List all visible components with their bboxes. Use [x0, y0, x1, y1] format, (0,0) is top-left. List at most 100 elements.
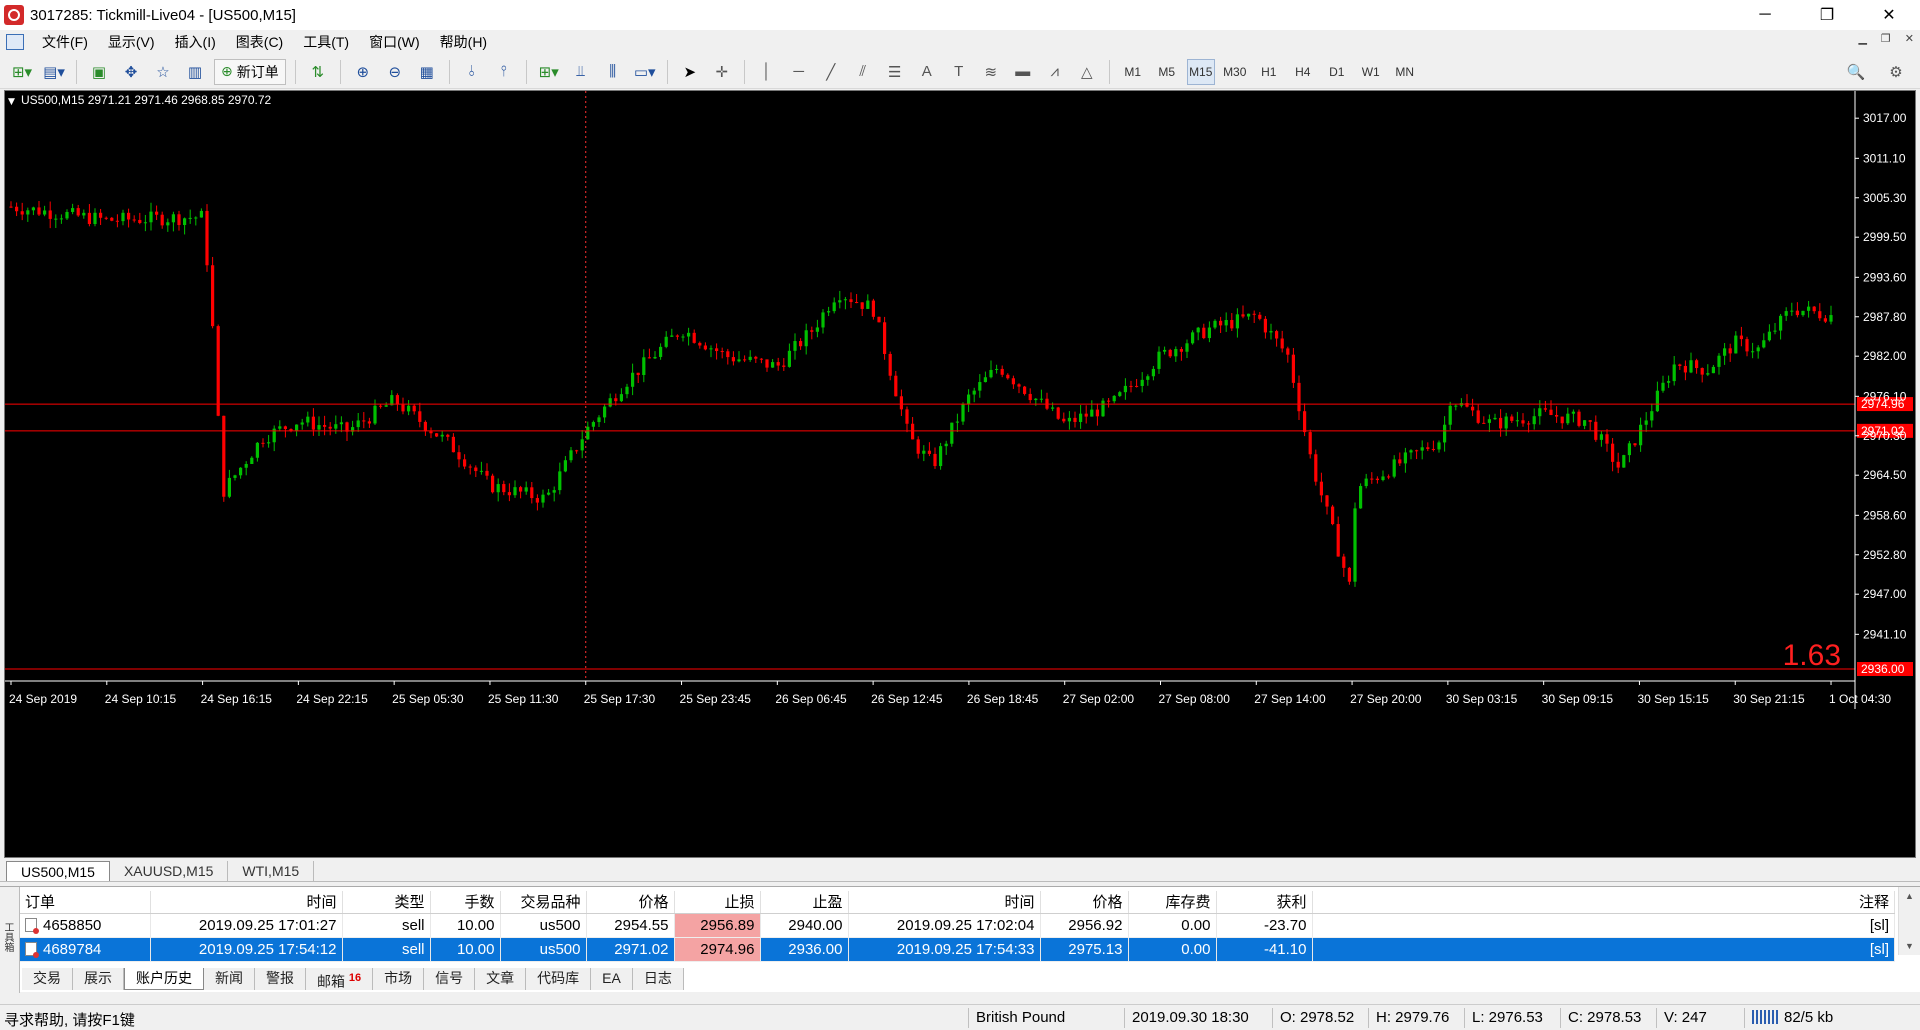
restore-button[interactable]: ❐ — [1796, 0, 1858, 30]
chart-tab-wti[interactable]: WTI,M15 — [228, 861, 315, 881]
vertical-line-icon[interactable]: │ — [754, 59, 780, 85]
col-take-profit[interactable]: 止盈 — [760, 891, 849, 914]
candle-up — [1039, 398, 1043, 400]
price-chart[interactable]: 2974.96 2971.02 2936.00 3017.00 3011.10 3005… — [4, 90, 1916, 858]
tab-exposure[interactable]: 展示 — [73, 968, 124, 990]
tab-signals[interactable]: 信号 — [424, 968, 476, 990]
col-profit[interactable]: 获利 — [1216, 891, 1313, 914]
timeframe-d1-button[interactable]: D1 — [1323, 59, 1351, 85]
tab-code-base[interactable]: 代码库 — [526, 968, 592, 990]
tab-journal[interactable]: 日志 — [633, 968, 684, 990]
chart-collapse-icon[interactable]: ▼ — [8, 97, 15, 107]
favorites-icon[interactable]: ☆ — [150, 59, 176, 85]
timeframe-m1-button[interactable]: M1 — [1119, 59, 1147, 85]
tab-mailbox[interactable]: 邮箱 16 — [306, 968, 374, 990]
market-watch-icon[interactable]: ▣ — [86, 59, 112, 85]
search-icon[interactable]: 🔍 — [1843, 59, 1869, 85]
timeframe-h4-button[interactable]: H4 — [1289, 59, 1317, 85]
timeframe-mn-button[interactable]: MN — [1391, 59, 1419, 85]
timeframe-h1-button[interactable]: H1 — [1255, 59, 1283, 85]
indicators-icon[interactable]: ⊞▾ — [536, 59, 562, 85]
scroll-down-icon[interactable]: ▼ — [1905, 941, 1914, 951]
table-scrollbar[interactable]: ▲ ▼ — [1898, 887, 1920, 955]
tab-market[interactable]: 市场 — [373, 968, 425, 990]
timeframe-m30-button[interactable]: M30 — [1221, 59, 1249, 85]
status-connection[interactable]: 82/5 kb — [1752, 1009, 1833, 1026]
tab-experts[interactable]: EA — [591, 968, 633, 990]
menu-charts[interactable]: 图表(C) — [226, 32, 293, 52]
text-label-icon[interactable]: T — [946, 59, 972, 85]
tab-trade[interactable]: 交易 — [22, 968, 73, 990]
tab-news[interactable]: 新闻 — [204, 968, 255, 990]
autotrading-icon[interactable]: ⇅ — [305, 59, 331, 85]
tab-articles[interactable]: 文章 — [475, 968, 527, 990]
horizontal-line-icon[interactable]: ─ — [786, 59, 812, 85]
tab-alerts[interactable]: 警报 — [255, 968, 306, 990]
col-volume[interactable]: 手数 — [430, 891, 501, 914]
table-row-selected[interactable]: 4689784 2019.09.25 17:54:12 sell 10.00 u… — [20, 937, 1895, 962]
terminal-icon[interactable]: ▥ — [182, 59, 208, 85]
col-order[interactable]: 订单 — [20, 891, 151, 914]
scroll-up-icon[interactable]: ▲ — [1905, 891, 1914, 901]
rectangle-icon[interactable]: ▬ — [1010, 59, 1036, 85]
col-symbol[interactable]: 交易品种 — [500, 891, 587, 914]
autoscroll-icon[interactable]: ⫯ — [491, 59, 517, 85]
chart-tab-xauusd[interactable]: XAUUSD,M15 — [110, 861, 229, 881]
menu-help[interactable]: 帮助(H) — [430, 32, 497, 52]
zoom-in-icon[interactable]: ⊕ — [350, 59, 376, 85]
elliott-wave-icon[interactable]: ⩘ — [1042, 59, 1068, 85]
timeframe-m5-button[interactable]: M5 — [1153, 59, 1181, 85]
profiles-icon[interactable]: ▤▾ — [41, 59, 67, 85]
mdi-restore-icon[interactable]: ❐ — [1881, 32, 1891, 45]
minimize-button[interactable]: ─ — [1734, 0, 1796, 30]
table-row[interactable]: 4658850 2019.09.25 17:01:27 sell 10.00 u… — [20, 913, 1895, 938]
candle-up — [306, 416, 310, 423]
new-chart-icon[interactable]: ⊞▾ — [9, 59, 35, 85]
mdi-minimize-icon[interactable]: ▁ — [1858, 32, 1866, 45]
cursor-icon[interactable]: ➤ — [677, 59, 703, 85]
col-comment[interactable]: 注释 — [1312, 891, 1895, 914]
col-type[interactable]: 类型 — [342, 891, 431, 914]
status-profile[interactable]: British Pound — [976, 1009, 1065, 1026]
menu-view[interactable]: 显示(V) — [98, 32, 165, 52]
bar-chart-icon[interactable]: ⫫ — [568, 59, 594, 85]
mdi-close-icon[interactable]: ✕ — [1905, 32, 1914, 45]
chart-tab-us500[interactable]: US500,M15 — [6, 861, 110, 881]
close-button[interactable]: ✕ — [1858, 0, 1920, 30]
equidistant-channel-icon[interactable]: ⫽ — [850, 59, 876, 85]
candle-down — [1678, 364, 1682, 366]
text-icon[interactable]: A — [914, 59, 940, 85]
col-open-price[interactable]: 价格 — [586, 891, 675, 914]
candles-icon[interactable]: ⫼ — [600, 59, 626, 85]
timeframe-m15-button[interactable]: M15 — [1186, 58, 1215, 85]
fibonacci-icon[interactable]: ☰ — [882, 59, 908, 85]
menu-insert[interactable]: 插入(I) — [165, 32, 226, 52]
comment-cell: [sl] — [1312, 913, 1895, 938]
col-swap[interactable]: 库存费 — [1128, 891, 1217, 914]
triangle-icon[interactable]: △ — [1074, 59, 1100, 85]
price-tick-label: 2993.60 — [1863, 270, 1907, 284]
chart-shift-icon[interactable]: ⫰ — [459, 59, 485, 85]
col-open-time[interactable]: 时间 — [150, 891, 343, 914]
candle-down — [99, 212, 103, 218]
crosshair-icon[interactable]: ✛ — [709, 59, 735, 85]
col-close-time[interactable]: 时间 — [848, 891, 1041, 914]
col-close-price[interactable]: 价格 — [1040, 891, 1129, 914]
fibo-fan-icon[interactable]: ≋ — [978, 59, 1004, 85]
chart-canvas[interactable]: 2974.962971.022936.00 3017.003011.103005… — [5, 91, 1915, 857]
zoom-out-icon[interactable]: ⊖ — [382, 59, 408, 85]
document-icon[interactable] — [6, 34, 24, 50]
menu-file[interactable]: 文件(F) — [32, 32, 98, 52]
col-stop-loss[interactable]: 止损 — [674, 891, 761, 914]
tab-account-history[interactable]: 账户历史 — [124, 968, 204, 990]
templates-icon[interactable]: ▭▾ — [632, 59, 658, 85]
timeframe-w1-button[interactable]: W1 — [1357, 59, 1385, 85]
trendline-icon[interactable]: ╱ — [818, 59, 844, 85]
tile-windows-icon[interactable]: ▦ — [414, 59, 440, 85]
menu-window[interactable]: 窗口(W) — [359, 32, 430, 52]
gear-icon[interactable]: ⚙ — [1883, 59, 1909, 85]
navigator-icon[interactable]: ✥ — [118, 59, 144, 85]
new-order-button[interactable]: ⊕ 新订单 — [214, 58, 286, 85]
candle-down — [871, 300, 875, 317]
menu-tools[interactable]: 工具(T) — [293, 32, 359, 52]
